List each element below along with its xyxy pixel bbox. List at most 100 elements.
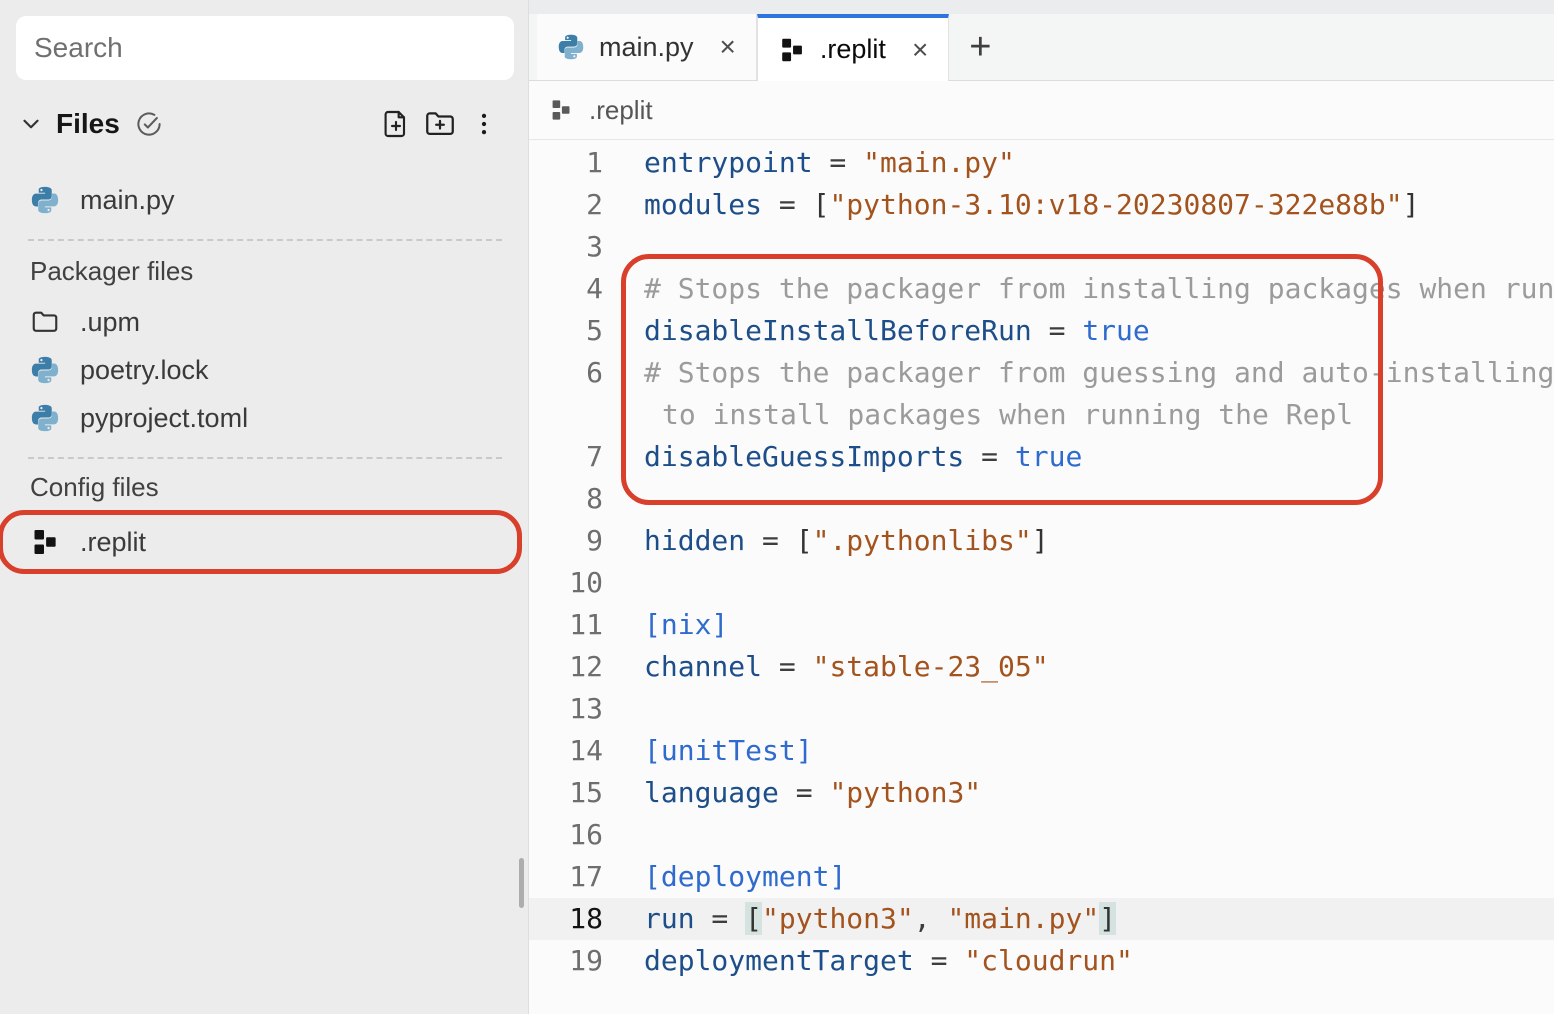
line-number: 8: [529, 478, 603, 520]
breadcrumb[interactable]: .replit: [529, 81, 1554, 140]
search-placeholder: Search: [34, 32, 123, 64]
code-line-12: 12 channel = "stable-23_05": [529, 646, 1554, 688]
code-line-2: 2 modules = ["python-3.10:v18-20230807-32…: [529, 184, 1554, 226]
python-icon: [30, 355, 60, 385]
file-item-upm[interactable]: .upm: [0, 298, 528, 346]
files-section-title: Files: [56, 108, 120, 140]
config-files-label: Config files: [30, 472, 159, 503]
code-line-8: 8: [529, 478, 1554, 520]
code-line-5: 5 disableInstallBeforeRun = true: [529, 310, 1554, 352]
line-number: 9: [529, 520, 603, 562]
code-text: entrypoint = "main.py": [644, 142, 1015, 184]
line-number: 12: [529, 646, 603, 688]
code-line-15: 15language = "python3": [529, 772, 1554, 814]
line-number: 11: [529, 604, 603, 646]
file-item-pyproject-toml[interactable]: pyproject.toml: [0, 394, 528, 442]
code-line-18: 18 run = ["python3", "main.py"]: [529, 898, 1554, 940]
tab-close-icon[interactable]: ×: [716, 33, 740, 61]
code-line-19: 19deploymentTarget = "cloudrun": [529, 940, 1554, 982]
line-number: 18: [529, 898, 603, 940]
files-header: Files: [18, 100, 506, 148]
line-number: 13: [529, 688, 603, 730]
file-item-label: .replit: [80, 527, 146, 558]
folder-icon: [30, 307, 60, 337]
line-number: 2: [529, 184, 603, 226]
new-tab-button[interactable]: +: [949, 28, 1011, 66]
tab-bar: main.py × .replit × +: [529, 14, 1554, 81]
sidebar-annotation-box: [0, 510, 522, 574]
code-text: # Stops the packager from guessing and a…: [644, 352, 1554, 394]
code-text: run = ["python3", "main.py"]: [644, 898, 1116, 940]
new-file-icon[interactable]: [374, 102, 418, 146]
code-line-16: 16: [529, 814, 1554, 856]
line-number: 10: [529, 562, 603, 604]
code-text: [nix]: [644, 604, 728, 646]
new-folder-icon[interactable]: [418, 102, 462, 146]
line-number: 7: [529, 436, 603, 478]
file-item-label: pyproject.toml: [80, 403, 248, 434]
code-lines: 1 entrypoint = "main.py" 2 modules = ["pyth…: [529, 142, 1554, 982]
sidebar-divider: [28, 457, 502, 459]
line-number: 5: [529, 310, 603, 352]
check-circle-icon: [134, 109, 164, 139]
packager-files-list: .upm poetry.lock pyproject.toml: [0, 298, 528, 442]
python-icon: [557, 33, 585, 61]
line-number: 17: [529, 856, 603, 898]
tab-replit[interactable]: .replit ×: [757, 14, 949, 81]
file-item-main-py[interactable]: main.py: [0, 176, 528, 224]
python-icon: [30, 185, 60, 215]
search-input[interactable]: Search: [16, 16, 514, 80]
files-list: main.py: [0, 176, 528, 224]
code-line-9: 9 hidden = [".pythonlibs"]: [529, 520, 1554, 562]
file-item-label: poetry.lock: [80, 355, 209, 386]
kebab-menu-icon[interactable]: [462, 102, 506, 146]
file-item-poetry-lock[interactable]: poetry.lock: [0, 346, 528, 394]
chevron-down-icon[interactable]: [18, 111, 44, 137]
line-number: 1: [529, 142, 603, 184]
code-text: [unitTest]: [644, 730, 813, 772]
code-line-1: 1 entrypoint = "main.py": [529, 142, 1554, 184]
config-files-list: .replit: [0, 516, 528, 568]
code-text: deploymentTarget = "cloudrun": [644, 940, 1133, 982]
code-text: disableGuessImports = true: [644, 436, 1082, 478]
code-text: modules = ["python-3.10:v18-20230807-322…: [644, 184, 1419, 226]
tab-label: .replit: [820, 34, 886, 65]
tab-close-icon[interactable]: ×: [908, 36, 932, 64]
code-line-17: 17 [deployment]: [529, 856, 1554, 898]
file-item-label: .upm: [80, 307, 140, 338]
tab-main-py[interactable]: main.py ×: [537, 14, 757, 80]
tab-label: main.py: [599, 32, 694, 63]
sidebar-divider: [28, 239, 502, 241]
file-sidebar: Search Files: [0, 0, 529, 1014]
line-number: [529, 394, 603, 436]
line-number: 15: [529, 772, 603, 814]
code-line-11: 11 [nix]: [529, 604, 1554, 646]
code-text: [deployment]: [644, 856, 846, 898]
python-icon: [30, 403, 60, 433]
code-text: hidden = [".pythonlibs"]: [644, 520, 1049, 562]
pane-top-strip: [529, 0, 1554, 14]
code-line-10: 10: [529, 562, 1554, 604]
breadcrumb-filename: .replit: [589, 95, 653, 126]
code-text: disableInstallBeforeRun = true: [644, 310, 1150, 352]
file-item-label: main.py: [80, 185, 175, 216]
code-line-14: 14 [unitTest]: [529, 730, 1554, 772]
line-number: 14: [529, 730, 603, 772]
sidebar-scrollbar[interactable]: [519, 858, 524, 908]
file-item-replit[interactable]: .replit: [0, 516, 520, 568]
code-text: to install packages when running the Rep…: [662, 394, 1353, 436]
code-line-wrap: to install packages when running the Rep…: [529, 394, 1554, 436]
code-line-4: 4# Stops the packager from installing pa…: [529, 268, 1554, 310]
code-text: # Stops the packager from installing pac…: [644, 268, 1554, 310]
packager-files-label: Packager files: [30, 256, 193, 287]
code-line-7: 7 disableGuessImports = true: [529, 436, 1554, 478]
replit-workspace: Search Files: [0, 0, 1554, 1014]
replit-file-icon: [549, 98, 573, 122]
line-number: 3: [529, 226, 603, 268]
code-line-6: 6 # Stops the packager from guessing and …: [529, 352, 1554, 394]
code-text: channel = "stable-23_05": [644, 646, 1049, 688]
code-line-3: 3: [529, 226, 1554, 268]
code-editor[interactable]: 1 entrypoint = "main.py" 2 modules = ["pyth…: [529, 140, 1554, 982]
code-line-13: 13: [529, 688, 1554, 730]
line-number: 6: [529, 352, 603, 394]
